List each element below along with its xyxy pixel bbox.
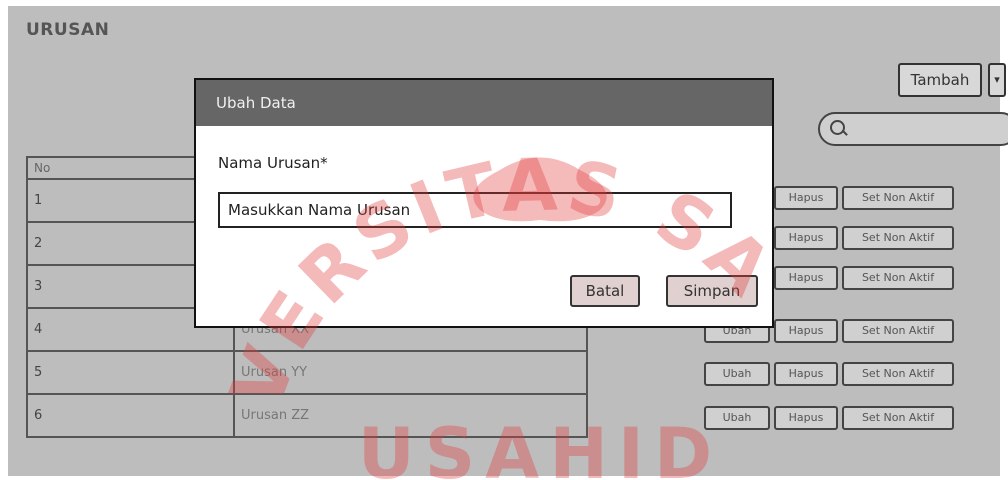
- set-inactive-button[interactable]: Set Non Aktif: [842, 226, 954, 250]
- chevron-down-icon: ▾: [994, 73, 1000, 86]
- add-button[interactable]: Tambah: [898, 63, 982, 97]
- nama-urusan-label: Nama Urusan*: [218, 154, 328, 172]
- delete-button[interactable]: Hapus: [774, 362, 838, 386]
- add-dropdown-button[interactable]: ▾: [988, 63, 1006, 97]
- set-inactive-button[interactable]: Set Non Aktif: [842, 362, 954, 386]
- search-input[interactable]: [818, 112, 1008, 146]
- table-row: 5 Urusan YY: [26, 350, 588, 395]
- delete-button[interactable]: Hapus: [774, 226, 838, 250]
- edit-button[interactable]: Ubah: [704, 406, 770, 430]
- row-no: 5: [26, 350, 235, 395]
- cancel-button[interactable]: Batal: [570, 275, 640, 307]
- nama-urusan-input[interactable]: Masukkan Nama Urusan: [218, 192, 732, 228]
- edit-dialog: Ubah Data Nama Urusan* Masukkan Nama Uru…: [194, 78, 774, 328]
- delete-button[interactable]: Hapus: [774, 406, 838, 430]
- set-inactive-button[interactable]: Set Non Aktif: [842, 406, 954, 430]
- set-inactive-button[interactable]: Set Non Aktif: [842, 186, 954, 210]
- row-nama: Urusan YY: [233, 350, 588, 395]
- set-inactive-button[interactable]: Set Non Aktif: [842, 266, 954, 290]
- delete-button[interactable]: Hapus: [774, 266, 838, 290]
- delete-button[interactable]: Hapus: [774, 186, 838, 210]
- app-screen: URUSAN Tambah ▾ No 1 2 3 4 Urusan XX 5 U…: [8, 6, 1008, 476]
- set-inactive-button[interactable]: Set Non Aktif: [842, 319, 954, 343]
- table-row: 6 Urusan ZZ: [26, 393, 588, 438]
- dialog-title: Ubah Data: [216, 94, 296, 112]
- edit-button[interactable]: Ubah: [704, 362, 770, 386]
- save-button[interactable]: Simpan: [666, 275, 758, 307]
- row-no: 6: [26, 393, 235, 438]
- delete-button[interactable]: Hapus: [774, 319, 838, 343]
- page-title: URUSAN: [26, 20, 110, 40]
- row-nama: Urusan ZZ: [233, 393, 588, 438]
- dialog-header: Ubah Data: [196, 80, 772, 126]
- search-icon: [830, 120, 845, 135]
